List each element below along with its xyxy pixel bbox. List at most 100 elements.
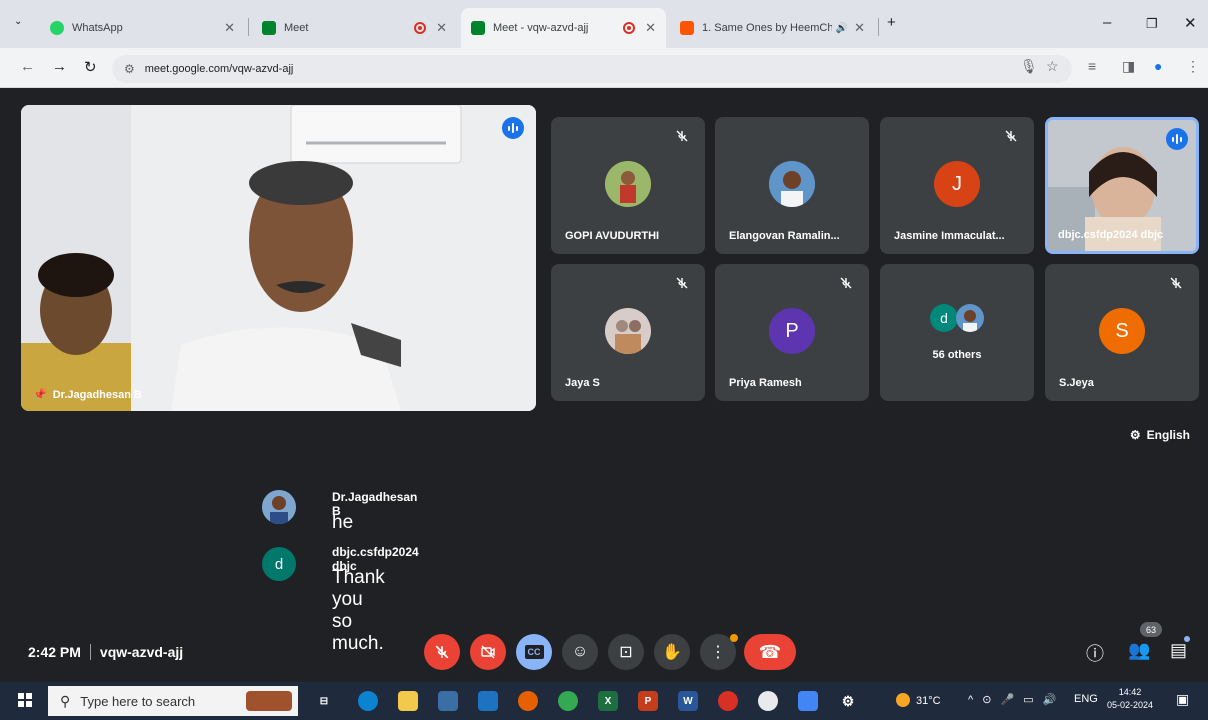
browser-toolbar: ← → ↻ ⚙ meet.google.com/vqw-azvd-ajj 🎙 ☆…: [0, 48, 1208, 88]
meet-icon: [262, 21, 276, 35]
pin-icon[interactable]: 📌: [33, 389, 47, 401]
app-icon[interactable]: [758, 691, 778, 711]
meeting-details-icon[interactable]: ⓘ: [1086, 640, 1104, 666]
weather-widget[interactable]: 31°C: [896, 693, 941, 707]
search-highlight-icon[interactable]: [246, 691, 292, 711]
close-icon[interactable]: ✕: [645, 20, 656, 36]
participant-name: GOPI AVUDURTHI: [565, 230, 660, 242]
word-icon[interactable]: W: [678, 691, 698, 711]
temperature: 31°C: [916, 695, 941, 707]
microphone-icon[interactable]: 🎙: [1020, 58, 1038, 75]
caption-language-button[interactable]: ⚙ English: [1130, 428, 1190, 442]
input-language[interactable]: ENG: [1074, 693, 1098, 705]
windows-start-icon[interactable]: [18, 693, 32, 707]
participant-name: Jasmine Immaculat...: [894, 230, 1005, 242]
tab-meet-active[interactable]: Meet - vqw-azvd-ajj ✕: [461, 8, 666, 48]
emoji-icon: ☺: [571, 643, 589, 660]
participant-tile[interactable]: J Jasmine Immaculat...: [880, 117, 1034, 254]
new-tab-button[interactable]: +: [887, 14, 896, 31]
close-icon[interactable]: ✕: [436, 20, 447, 36]
meeting-code: vqw-azvd-ajj: [99, 644, 184, 660]
mail-icon[interactable]: [478, 691, 498, 711]
muted-mic-icon: [676, 277, 688, 289]
powerpoint-icon[interactable]: P: [638, 691, 658, 711]
firefox-icon[interactable]: [518, 691, 538, 711]
restore-icon[interactable]: ❐: [1146, 16, 1158, 32]
site-info-icon[interactable]: ⚙: [124, 62, 135, 76]
close-window-icon[interactable]: ✕: [1184, 14, 1197, 32]
camera-off-icon: [481, 645, 495, 659]
tab-meet[interactable]: Meet ✕: [252, 8, 457, 48]
system-tray-icons[interactable]: ^ ⊙ 🎤 ▭ 🔊: [968, 693, 1056, 706]
windows-taskbar: ⚲ Type here to search ⊟ X P W ⚙ 31°C ^ ⊙…: [0, 682, 1208, 720]
address-bar[interactable]: ⚙ meet.google.com/vqw-azvd-ajj: [112, 55, 1072, 83]
chat-icon[interactable]: ▤: [1170, 640, 1187, 661]
featured-participant-name: 📌 Dr.Jagadhesan B: [33, 388, 142, 401]
edge-icon[interactable]: [358, 691, 378, 711]
participant-tile[interactable]: S S.Jeya: [1045, 264, 1199, 401]
minimize-icon[interactable]: –: [1103, 14, 1111, 31]
media-control-icon[interactable]: ≡: [1088, 58, 1096, 74]
raise-hand-button[interactable]: ✋: [654, 634, 690, 670]
featured-video-tile[interactable]: 📌 Dr.Jagadhesan B: [21, 105, 536, 411]
muted-mic-icon: [676, 130, 688, 142]
participant-name: S.Jeya: [1059, 377, 1094, 389]
chrome-profile-icon[interactable]: [798, 691, 818, 711]
avatar: d: [262, 547, 296, 581]
clock-date: 05-02-2024: [1106, 700, 1154, 710]
participant-tile[interactable]: GOPI AVUDURTHI: [551, 117, 705, 254]
store-icon[interactable]: [438, 691, 458, 711]
participant-name: Jaya S: [565, 377, 600, 389]
audio-playing-icon[interactable]: 🔊: [836, 23, 848, 34]
tab-soundcloud[interactable]: 1. Same Ones by HeemCha 🔊 ✕: [670, 8, 875, 48]
menu-icon[interactable]: ⋮: [1186, 58, 1200, 75]
tab-title: 1. Same Ones by HeemCha: [702, 22, 832, 34]
present-button[interactable]: ⊡: [608, 634, 644, 670]
camera-toggle-button[interactable]: [470, 634, 506, 670]
tab-divider: [878, 18, 879, 36]
tab-search-icon[interactable]: ⌄: [14, 16, 22, 27]
whatsapp-icon: [50, 21, 64, 35]
avatar: [769, 161, 815, 207]
back-icon[interactable]: ←: [20, 58, 35, 75]
chrome-icon[interactable]: [558, 691, 578, 711]
reactions-button[interactable]: ☺: [562, 634, 598, 670]
speaker-video: [21, 105, 536, 411]
others-count: 56 others: [932, 349, 982, 361]
microphone-toggle-button[interactable]: [424, 634, 460, 670]
captions-button[interactable]: CC: [516, 634, 552, 670]
others-tile[interactable]: d 56 others: [880, 264, 1034, 401]
caption-language-label: English: [1146, 428, 1190, 442]
meeting-time: 2:42 PM: [28, 644, 81, 660]
bookmark-star-icon[interactable]: ☆: [1046, 58, 1059, 75]
muted-mic-icon: [435, 645, 449, 659]
chevron-up-icon: ^: [968, 694, 974, 706]
people-icon[interactable]: 👥: [1128, 640, 1150, 661]
side-panel-icon[interactable]: ◨: [1122, 58, 1135, 75]
avatar: J: [934, 161, 980, 207]
excel-icon[interactable]: X: [598, 691, 618, 711]
notifications-icon[interactable]: ▣: [1176, 691, 1189, 708]
speaking-indicator-icon: [502, 117, 524, 139]
forward-icon[interactable]: →: [52, 58, 67, 75]
file-explorer-icon[interactable]: [398, 691, 418, 711]
weather-sun-icon: [896, 693, 910, 707]
avatar: P: [769, 308, 815, 354]
profile-icon[interactable]: ●: [1154, 58, 1162, 74]
display-icon: ▭: [1023, 694, 1034, 706]
settings-icon: ⚙: [1129, 428, 1141, 442]
task-view-icon[interactable]: ⊟: [314, 691, 334, 711]
tab-whatsapp[interactable]: WhatsApp ✕: [40, 8, 245, 48]
participant-tile[interactable]: P Priya Ramesh: [715, 264, 869, 401]
app-icon[interactable]: [718, 691, 738, 711]
settings-icon[interactable]: ⚙: [838, 691, 858, 711]
participant-tile[interactable]: Elangovan Ramalin...: [715, 117, 869, 254]
taskbar-clock[interactable]: 14:42 05-02-2024: [1106, 686, 1154, 712]
leave-call-button[interactable]: ☎: [744, 634, 796, 670]
participant-tile-video[interactable]: dbjc.csfdp2024 dbjc: [1045, 117, 1199, 254]
close-icon[interactable]: ✕: [854, 20, 865, 36]
participant-tile[interactable]: Jaya S: [551, 264, 705, 401]
close-icon[interactable]: ✕: [224, 20, 235, 36]
reload-icon[interactable]: ↻: [84, 58, 97, 76]
network-icon: ⊙: [982, 694, 992, 706]
